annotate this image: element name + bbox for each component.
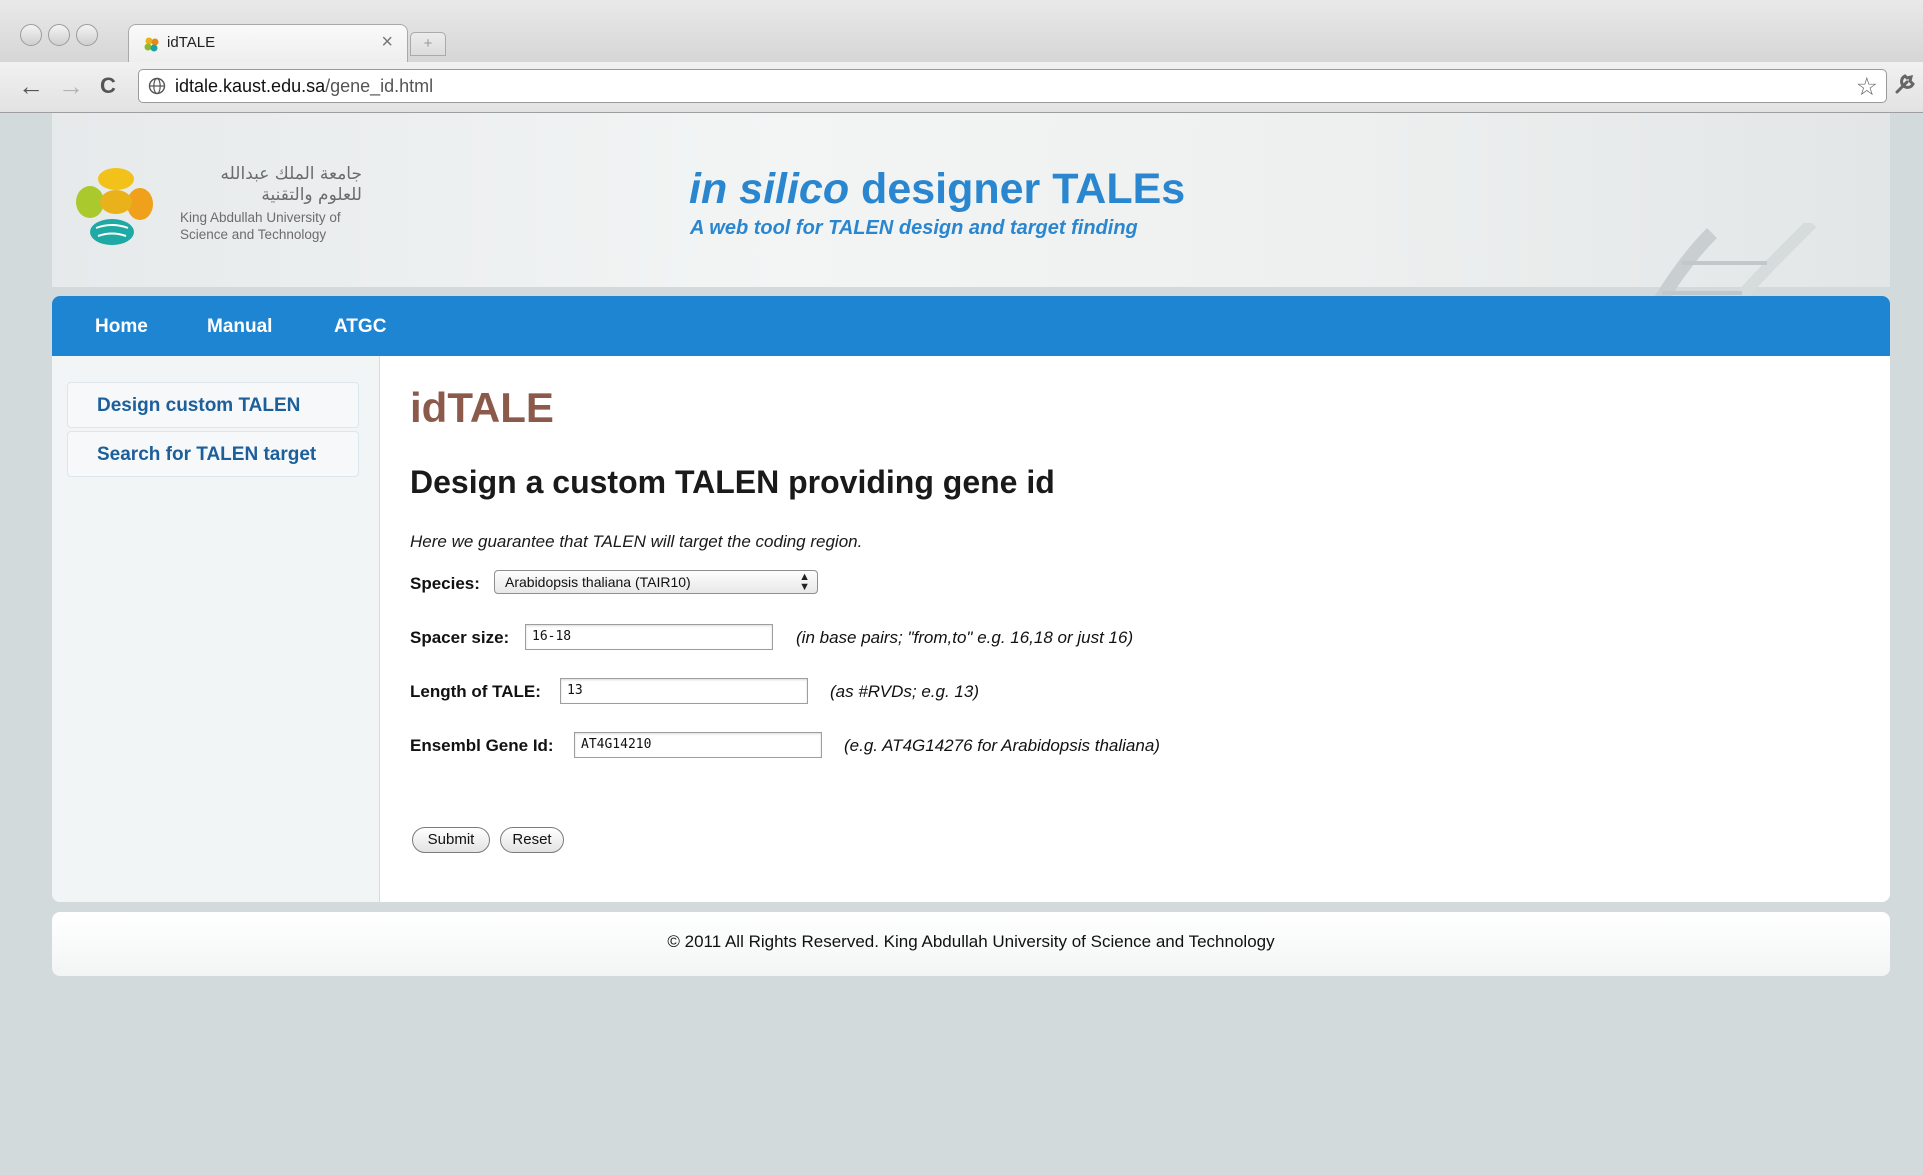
bookmark-star-icon[interactable]: ☆ [1856,72,1878,102]
url-path: /gene_id.html [325,76,434,96]
gene-hint-text: (e.g. AT4G14276 for Arabidopsis thaliana… [844,736,1160,755]
nav-home[interactable]: Home [95,316,148,338]
species-row: Species: [410,574,480,594]
globe-icon [148,77,166,95]
tale-length-input[interactable]: 13 [560,678,808,704]
site-subtitle: A web tool for TALEN design and target f… [690,217,1138,239]
species-selected-value: Arabidopsis thaliana (TAIR10) [505,574,691,590]
tab-title: idTALE [167,34,216,51]
nav-manual[interactable]: Manual [207,316,272,338]
gene-hint: (e.g. AT4G14276 for Arabidopsis thaliana… [844,736,1160,756]
gene-row: Ensembl Gene Id: [410,736,554,756]
minimize-window-button[interactable] [48,24,70,46]
tab-close-icon[interactable]: × [381,31,393,54]
page-body: جامعة الملك عبدالله للعلوم والتقنية King… [0,113,1923,1175]
submit-button[interactable]: Submit [412,827,490,853]
url-domain: idtale.kaust.edu.sa [175,76,326,96]
main-nav: Home Manual ATGC [52,296,1890,356]
site-title: in silico designer TALEs [689,165,1185,214]
spacer-size-input[interactable]: 16-18 [525,624,773,650]
length-hint: (as #RVDs; e.g. 13) [830,682,979,702]
content-panel: Design custom TALEN Search for TALEN tar… [52,356,1890,902]
back-arrow-icon[interactable]: ← [18,72,44,100]
footer-copyright: © 2011 All Rights Reserved. King Abdulla… [667,932,1275,951]
nav-atgc[interactable]: ATGC [334,316,386,338]
length-label: Length of TALE: [410,682,541,701]
logo-arabic-line2: للعلوم والتقنية [261,185,362,205]
browser-toolbar: ← → C idtale.kaust.edu.sa/gene_id.html ☆ [0,62,1923,113]
zoom-window-button[interactable] [76,24,98,46]
kaust-logo-icon [76,168,153,245]
site-title-italic: in silico [689,165,850,213]
logo-english-line2: Science and Technology [180,227,327,242]
select-arrows-icon: ▲ ▼ [799,571,810,593]
forward-arrow-icon[interactable]: → [58,72,84,100]
gene-label: Ensembl Gene Id: [410,736,554,755]
wrench-icon[interactable] [1893,70,1919,103]
logo-english-line1: King Abdullah University of [180,210,341,225]
browser-titlebar: idTALE × + [0,0,1923,63]
length-row: Length of TALE: [410,682,541,702]
sidebar-item-design-custom-talen[interactable]: Design custom TALEN [67,382,359,428]
close-window-button[interactable] [20,24,42,46]
spacer-label: Spacer size: [410,628,510,647]
reload-icon[interactable]: C [100,72,116,100]
sidebar: Design custom TALEN Search for TALEN tar… [52,356,380,902]
sidebar-item-search-talen-target[interactable]: Search for TALEN target [67,431,359,477]
spacer-row: Spacer size: [410,628,509,648]
species-select[interactable]: Arabidopsis thaliana (TAIR10) ▲ ▼ [494,570,818,594]
species-label: Species: [410,574,480,593]
length-hint-text: (as #RVDs; e.g. 13) [830,682,979,701]
reset-button[interactable]: Reset [500,827,564,853]
spacer-hint: (in base pairs; "from,to" e.g. 16,18 or … [796,628,1133,648]
site-footer: © 2011 All Rights Reserved. King Abdulla… [52,912,1890,976]
gene-id-input[interactable]: AT4G14210 [574,732,822,758]
intro-text: Here we guarantee that TALEN will target… [410,532,863,551]
kaust-favicon-icon [144,37,159,52]
address-bar[interactable]: idtale.kaust.edu.sa/gene_id.html ☆ [138,69,1887,103]
url-text: idtale.kaust.edu.sa/gene_id.html [175,76,433,97]
page-title: idTALE [410,384,554,431]
logo-arabic-line1: جامعة الملك عبدالله [220,164,362,184]
browser-tab[interactable]: idTALE × [128,24,408,62]
browser-window: idTALE × + ← → C idtale.kaust.edu.sa/gen… [0,0,1923,1175]
main-content: idTALE Design a custom TALEN providing g… [410,356,1860,902]
kaust-logo-text: جامعة الملك عبدالله للعلوم والتقنية King… [180,164,362,243]
new-tab-button[interactable]: + [410,32,446,56]
spacer-hint-text: (in base pairs; "from,to" e.g. 16,18 or … [796,628,1134,647]
site-title-rest: designer TALEs [849,165,1186,213]
form-heading: Design a custom TALEN providing gene id [410,464,1055,500]
